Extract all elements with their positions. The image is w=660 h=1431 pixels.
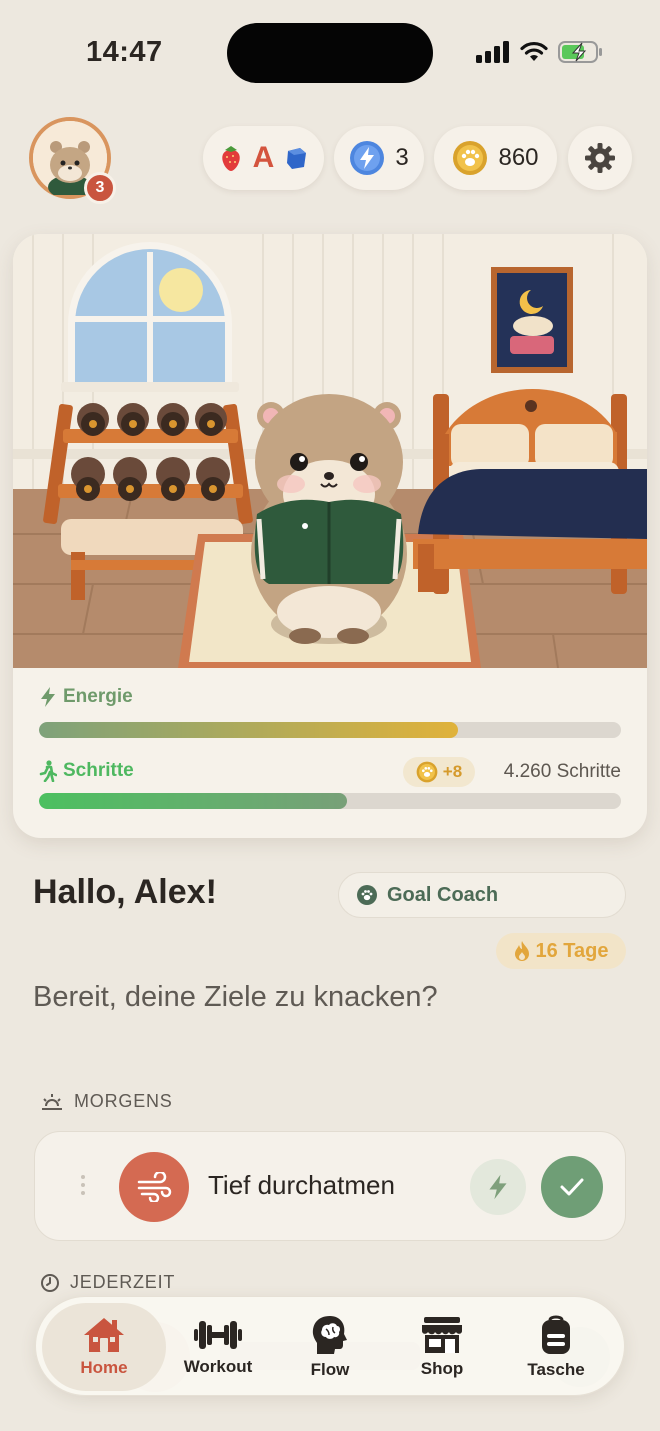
tab-bag[interactable]: Tasche <box>500 1303 612 1391</box>
task-card[interactable]: Tief durchatmen <box>34 1131 626 1241</box>
tab-shop[interactable]: Shop <box>386 1303 498 1391</box>
level-badge: 3 <box>84 172 116 204</box>
energy-stat-label: Energie <box>39 686 133 708</box>
coins-count: 860 <box>498 144 539 171</box>
energy-label: Energie <box>63 686 133 707</box>
sunrise-icon <box>42 1093 62 1110</box>
section-header-anytime-label: JEDERZEIT <box>70 1272 176 1292</box>
greeting-subtitle: Bereit, deine Ziele zu knacken? <box>33 981 438 1013</box>
tab-bag-label: Tasche <box>527 1360 585 1379</box>
steps-coin-bonus: +8 <box>403 757 475 787</box>
status-bar: 14:47 <box>0 0 660 105</box>
energy-pill[interactable]: 3 <box>334 126 424 190</box>
task-complete-button[interactable] <box>541 1156 603 1218</box>
steps-bar-fill <box>39 793 348 809</box>
room-card: Energie Schritte +8 4.260 Schritte <box>13 234 647 838</box>
status-icons <box>476 40 604 64</box>
cellular-signal-icon <box>476 41 509 63</box>
drag-handle-icon[interactable] <box>80 1174 86 1196</box>
settings-button[interactable] <box>568 126 632 190</box>
tab-home[interactable]: Home <box>42 1303 166 1391</box>
clock-icon <box>41 1273 59 1292</box>
paw-coin-icon <box>453 141 488 175</box>
house-icon <box>84 1318 124 1352</box>
strawberry-icon <box>221 146 240 171</box>
tab-workout-label: Workout <box>183 1357 253 1376</box>
section-header-anytime: JEDERZEIT <box>40 1272 175 1293</box>
tab-flow-label: Flow <box>310 1360 350 1379</box>
lightning-icon <box>41 687 55 707</box>
dynamic-island <box>227 23 433 83</box>
tab-home-label: Home <box>80 1358 128 1377</box>
energy-stat: Energie <box>39 686 621 746</box>
head-brain-icon <box>312 1316 347 1354</box>
walking-person-icon <box>39 760 57 782</box>
backpack-icon <box>542 1315 570 1354</box>
greeting-title: Hallo, Alex! <box>33 873 217 911</box>
lightning-icon <box>489 1174 507 1200</box>
battery-charging-icon <box>558 41 602 63</box>
letters-collection-pill[interactable]: A <box>203 126 324 190</box>
status-time: 14:47 <box>86 36 163 68</box>
gear-icon <box>585 143 615 173</box>
steps-label: Schritte <box>63 760 134 781</box>
hamster-character <box>251 394 407 644</box>
storefront-icon <box>422 1317 462 1353</box>
tab-workout[interactable]: Workout <box>162 1303 274 1391</box>
bottom-tab-bar: Home Workout Flow Shop Tasche <box>35 1296 625 1396</box>
section-header-morning-label: MORGENS <box>74 1091 173 1111</box>
streak-badge[interactable]: 16 Tage <box>496 933 626 969</box>
paw-icon <box>357 885 377 905</box>
goal-coach-button[interactable]: Goal Coach <box>338 872 626 918</box>
coin-bonus-value: +8 <box>442 762 463 781</box>
flame-icon <box>514 941 529 961</box>
tab-shop-label: Shop <box>420 1359 464 1378</box>
wind-icon <box>137 1172 172 1202</box>
energy-bar-fill <box>39 722 459 738</box>
steps-stat-label: Schritte <box>39 760 134 782</box>
tab-flow[interactable]: Flow <box>274 1303 386 1391</box>
coins-pill[interactable]: 860 <box>434 126 557 190</box>
section-header-morning: MORGENS <box>40 1091 173 1112</box>
energy-bar <box>39 722 621 738</box>
wifi-icon <box>520 41 548 61</box>
task-energy-button[interactable] <box>470 1159 526 1215</box>
goal-coach-label: Goal Coach <box>387 883 499 906</box>
letter-a-icon: A <box>252 141 275 174</box>
energy-count: 3 <box>395 144 409 171</box>
steps-count: 4.260 Schritte <box>503 761 621 782</box>
steps-bar <box>39 793 621 809</box>
steps-stat: Schritte +8 4.260 Schritte <box>39 757 621 817</box>
task-breathing-icon-container <box>119 1152 189 1222</box>
streak-label: 16 Tage <box>535 939 609 962</box>
lightning-bolt-icon <box>350 141 385 175</box>
checkmark-icon <box>560 1178 584 1196</box>
hamster-room-scene[interactable] <box>13 234 647 668</box>
dumbbell-icon <box>194 1321 242 1349</box>
task-title: Tief durchatmen <box>208 1170 395 1200</box>
paw-coin-icon <box>416 761 438 783</box>
blue-cube-icon <box>287 148 307 169</box>
